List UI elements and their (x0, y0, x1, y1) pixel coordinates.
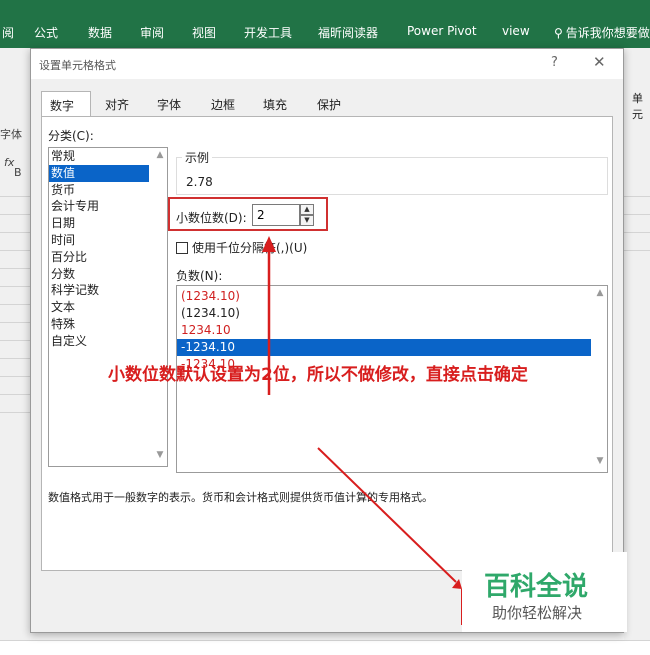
tab-alignment[interactable]: 对齐 (97, 91, 137, 117)
ribbon-tab-data[interactable]: 数据 (88, 24, 112, 41)
negative-numbers-label: 负数(N): (176, 269, 223, 283)
help-button[interactable]: ? (551, 55, 558, 70)
grid-line (624, 214, 650, 215)
ribbon-tabs-bar: 阅 公式 数据 审阅 视图 开发工具 福昕阅读器 Power Pivot vie… (0, 6, 650, 48)
ribbon-tab-review[interactable]: 审阅 (140, 24, 164, 41)
format-description: 数值格式用于一般数字的表示。货币和会计格式则提供货币值计算的专用格式。 (48, 491, 433, 504)
close-icon[interactable]: ✕ (593, 53, 606, 71)
column-header-b[interactable]: B (14, 166, 22, 179)
grid-line (0, 214, 30, 215)
sample-label: 示例 (182, 149, 213, 166)
grid-line (0, 232, 30, 233)
category-label: 分类(C): (48, 129, 94, 143)
grid-line (0, 196, 30, 197)
sample-box (176, 157, 608, 195)
tell-me-search[interactable]: ⚲ 告诉我你想要做 (554, 24, 650, 41)
category-item[interactable]: 文本 (49, 299, 149, 316)
lightbulb-icon: ⚲ (554, 26, 563, 40)
ribbon-tab-view-en[interactable]: view (502, 24, 530, 38)
grid-line (0, 358, 30, 359)
spin-up-icon[interactable]: ▲ (300, 204, 314, 215)
grid-line (0, 250, 30, 251)
ribbon-tab-power-pivot[interactable]: Power Pivot (407, 24, 477, 38)
category-item[interactable]: 特殊 (49, 316, 149, 333)
category-item[interactable]: 货币 (49, 182, 149, 199)
number-tab-panel: 分类(C): 常规 数值 货币 会计专用 日期 时间 百分比 分数 科学记数 文… (41, 116, 613, 571)
grid-line (624, 232, 650, 233)
ribbon-tab-foxit[interactable]: 福昕阅读器 (318, 24, 378, 41)
fx-icon[interactable]: fx (4, 156, 14, 169)
watermark: 百科全说 助你轻松解决 (462, 552, 627, 632)
scroll-down-icon[interactable]: ▼ (593, 456, 607, 470)
font-group-label: 字体 (0, 128, 22, 141)
left-sheet-strip: 字体 fx B (0, 48, 30, 655)
scroll-down-icon[interactable]: ▼ (153, 450, 167, 464)
ribbon-tab-developer[interactable]: 开发工具 (244, 24, 292, 41)
category-item[interactable]: 自定义 (49, 333, 149, 350)
dialog-titlebar[interactable]: 设置单元格格式 ? ✕ (31, 49, 623, 79)
tab-border[interactable]: 边框 (203, 91, 243, 117)
negative-option[interactable]: (1234.10) (177, 288, 591, 305)
category-item[interactable]: 科学记数 (49, 282, 149, 299)
watermark-title: 百科全说 (484, 572, 589, 602)
ribbon-tab-view[interactable]: 视图 (192, 24, 216, 41)
thousand-separator-checkbox[interactable] (176, 242, 188, 254)
grid-line (624, 250, 650, 251)
ribbon-tab-0[interactable]: 阅 (2, 24, 14, 41)
dialog-title: 设置单元格格式 (39, 59, 116, 72)
category-item[interactable]: 时间 (49, 232, 149, 249)
ribbon-tab-formulas[interactable]: 公式 (34, 24, 58, 41)
category-item-selected[interactable]: 数值 (49, 164, 149, 182)
grid-line (624, 196, 650, 197)
negative-option[interactable]: 1234.10 (177, 322, 591, 339)
grid-line (0, 376, 30, 377)
decimal-places-label: 小数位数(D): (176, 211, 247, 225)
tab-protection[interactable]: 保护 (309, 91, 349, 117)
category-list[interactable]: 常规 数值 货币 会计专用 日期 时间 百分比 分数 科学记数 文本 特殊 自定… (48, 147, 168, 467)
thousand-separator-label: 使用千位分隔符(,)(U) (192, 241, 308, 255)
thousand-separator-row[interactable]: 使用千位分隔符(,)(U) (176, 239, 307, 256)
format-cells-dialog: 设置单元格格式 ? ✕ 数字 对齐 字体 边框 填充 保护 分类(C): 常规 … (30, 48, 624, 633)
bottom-grid-row (0, 640, 650, 655)
grid-line (0, 268, 30, 269)
annotation-text: 小数位数默认设置为2位，所以不做修改，直接点击确定 (108, 365, 528, 385)
category-item[interactable]: 日期 (49, 215, 149, 232)
tell-me-text: 告诉我你想要做 (565, 26, 650, 40)
category-item[interactable]: 常规 (49, 148, 149, 165)
grid-line (0, 412, 30, 413)
tab-number[interactable]: 数字 (41, 91, 91, 117)
category-item[interactable]: 分数 (49, 266, 149, 283)
sample-value: 2.78 (186, 175, 213, 189)
decimal-places-input[interactable] (252, 204, 300, 226)
negative-option-selected[interactable]: -1234.10 (177, 339, 591, 356)
scroll-up-icon[interactable]: ▲ (153, 150, 167, 164)
grid-line (0, 304, 30, 305)
category-item[interactable]: 百分比 (49, 249, 149, 266)
watermark-subtitle: 助你轻松解决 (492, 604, 583, 622)
grid-line (0, 286, 30, 287)
category-item[interactable]: 会计专用 (49, 198, 149, 215)
grid-line (0, 340, 30, 341)
grid-line (0, 322, 30, 323)
grid-line (0, 394, 30, 395)
scroll-up-icon[interactable]: ▲ (593, 288, 607, 302)
tab-fill[interactable]: 填充 (255, 91, 295, 117)
tab-font[interactable]: 字体 (149, 91, 189, 117)
negative-option[interactable]: (1234.10) (177, 305, 591, 322)
spin-down-icon[interactable]: ▼ (300, 215, 314, 226)
cell-group-label: 单元 (632, 92, 643, 121)
right-sheet-strip: 单元 (624, 48, 650, 655)
